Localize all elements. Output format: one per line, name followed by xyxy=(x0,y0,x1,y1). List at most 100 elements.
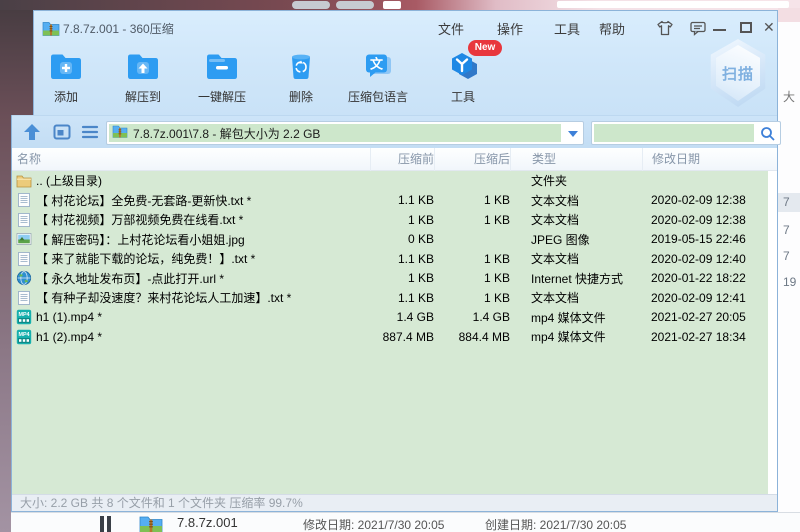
packed-size-cell: 1.1 KB xyxy=(370,193,434,207)
background-file-created: 创建日期: 2021/7/30 20:05 xyxy=(485,516,626,532)
table-row[interactable]: 【 永久地址发布页】-点此打开.url *1 KB1 KBInternet 快捷… xyxy=(12,269,768,289)
column-header-packed[interactable]: 压缩前 xyxy=(370,148,434,171)
modified-date-cell: 2020-01-22 18:22 xyxy=(642,271,768,285)
jpg-file-icon xyxy=(16,231,32,247)
file-name-cell: .. (上级目录) xyxy=(12,172,370,189)
table-row[interactable]: 【 有种子却没速度？来村花论坛人工加速】.txt *1.1 KB1 KB文本文档… xyxy=(12,288,768,308)
column-header-name[interactable]: 名称 xyxy=(12,148,370,171)
maximize-button[interactable] xyxy=(740,22,752,33)
extract-to-button-label: 解压到 xyxy=(111,88,175,105)
packed-size-cell: 1.1 KB xyxy=(370,291,434,305)
file-type-cell: 文本文档 xyxy=(510,289,642,306)
delete-button-label: 删除 xyxy=(269,88,333,105)
file-type-cell: Internet 快捷方式 xyxy=(510,270,642,287)
modified-date-cell: 2019-05-15 22:46 xyxy=(642,232,768,246)
table-row[interactable]: .. (上级目录)文件夹 xyxy=(12,171,768,191)
table-row[interactable]: MP4h1 (1).mp4 *1.4 GB1.4 GBmp4 媒体文件2021-… xyxy=(12,308,768,328)
scan-button[interactable]: 扫描 xyxy=(707,39,769,107)
background-text-fragment: 19 xyxy=(783,275,796,289)
column-header-type[interactable]: 类型 xyxy=(510,148,642,171)
tools-button[interactable]: 工具 xyxy=(431,51,495,105)
column-header-unpacked[interactable]: 压缩后 xyxy=(434,148,510,171)
table-row[interactable]: 【 村花视频】万部视频免费在线看.txt *1 KB1 KB文本文档2020-0… xyxy=(12,210,768,230)
close-button[interactable]: ✕ xyxy=(763,18,775,36)
list-view-icon[interactable] xyxy=(80,122,100,142)
background-tab xyxy=(292,1,330,9)
background-tab xyxy=(336,1,374,9)
svg-text:MP4: MP4 xyxy=(18,312,29,318)
feedback-icon[interactable] xyxy=(689,19,707,37)
file-name-cell: 【 来了就能下载的论坛，纯免费！】.txt * xyxy=(12,250,370,267)
add-button-label: 添加 xyxy=(34,88,98,105)
mp4-file-icon: MP4 xyxy=(16,329,32,345)
address-row: 7.8.7z.001\7.8 - 解包大小为 2.2 GB xyxy=(12,115,777,148)
archive-language-button[interactable]: 文 压缩包语言 xyxy=(339,51,417,105)
up-level-icon[interactable] xyxy=(22,122,42,142)
one-key-extract-button-label: 一键解压 xyxy=(190,88,254,105)
add-button[interactable]: 添加 xyxy=(34,51,98,105)
txt-file-icon xyxy=(16,212,32,228)
file-type-cell: mp4 媒体文件 xyxy=(510,328,642,345)
svg-text:MP4: MP4 xyxy=(18,332,29,338)
background-text-fragment: 7 xyxy=(783,223,790,237)
menu-file[interactable]: 文件 xyxy=(438,19,464,38)
column-header-row: 名称 压缩前 压缩后 类型 修改日期 xyxy=(12,148,777,171)
background-text-fragment: 7 xyxy=(783,249,790,263)
extract-to-button[interactable]: 解压到 xyxy=(111,51,175,105)
table-row[interactable]: MP4h1 (2).mp4 *887.4 MB884.4 MBmp4 媒体文件2… xyxy=(12,327,768,347)
unpacked-size-cell: 1 KB xyxy=(434,213,510,227)
view-mode-icon[interactable] xyxy=(52,122,72,142)
packed-size-cell: 1.1 KB xyxy=(370,252,434,266)
address-path: 7.8.7z.001\7.8 - 解包大小为 2.2 GB xyxy=(133,125,320,142)
unpacked-size-cell: 1 KB xyxy=(434,271,510,285)
file-type-cell: 文本文档 xyxy=(510,211,642,228)
status-text: 大小: 2.2 GB 共 8 个文件和 1 个文件夹 压缩率 99.7% xyxy=(20,496,303,510)
url-file-icon xyxy=(16,270,32,286)
one-key-extract-button[interactable]: 一键解压 xyxy=(190,51,254,105)
table-row[interactable]: 【 解压密码】：上村花论坛看小姐姐.jpg0 KBJPEG 图像2019-05-… xyxy=(12,230,768,250)
menu-help[interactable]: 帮助 xyxy=(599,19,625,38)
extract-to-folder-icon xyxy=(126,51,160,81)
file-name-cell: 【 村花视频】万部视频免费在线看.txt * xyxy=(12,211,370,228)
background-file-name: 7.8.7z.001 xyxy=(177,515,238,530)
file-name-cell: 【 村花论坛】全免费-无套路-更新快.txt * xyxy=(12,192,370,209)
modified-date-cell: 2021-02-27 20:05 xyxy=(642,310,768,324)
folder-file-icon xyxy=(16,173,32,189)
file-type-cell: mp4 媒体文件 xyxy=(510,309,642,326)
search-icon[interactable] xyxy=(760,126,776,147)
tools-button-label: 工具 xyxy=(431,88,495,105)
column-header-modified[interactable]: 修改日期 xyxy=(642,148,777,171)
svg-text:文: 文 xyxy=(370,57,384,72)
app-zip-folder-icon xyxy=(42,20,60,41)
background-text-fragment: 7 xyxy=(783,195,790,209)
table-row[interactable]: 【 村花论坛】全免费-无套路-更新快.txt *1.1 KB1 KB文本文档20… xyxy=(12,191,768,211)
minimize-button[interactable] xyxy=(713,29,726,31)
search-input[interactable] xyxy=(594,124,754,142)
archive-language-button-label: 压缩包语言 xyxy=(339,88,417,105)
background-chip xyxy=(383,1,401,9)
file-type-cell: 文本文档 xyxy=(510,250,642,267)
background-window-top-edge xyxy=(0,0,800,10)
skin-shirt-icon[interactable] xyxy=(656,19,674,37)
address-dropdown-icon[interactable] xyxy=(568,131,578,137)
search-box[interactable] xyxy=(591,121,781,145)
unpacked-size-cell: 884.4 MB xyxy=(434,330,510,344)
txt-file-icon xyxy=(16,192,32,208)
address-combobox[interactable]: 7.8.7z.001\7.8 - 解包大小为 2.2 GB xyxy=(106,121,584,145)
table-row[interactable]: 【 来了就能下载的论坛，纯免费！】.txt *1.1 KB1 KB文本文档202… xyxy=(12,249,768,269)
titlebar[interactable]: 7.8.7z.001 - 360压缩 文件 操作 工具 帮助 ✕ xyxy=(34,11,777,45)
background-text-fragment: 大 xyxy=(783,88,795,105)
menu-tools[interactable]: 工具 xyxy=(554,19,580,38)
menu-operation[interactable]: 操作 xyxy=(497,19,523,38)
file-name-cell: 【 永久地址发布页】-点此打开.url * xyxy=(12,270,370,287)
archive-window-main: 7.8.7z.001\7.8 - 解包大小为 2.2 GB 名称 压缩前 压缩后… xyxy=(11,115,778,512)
packed-size-cell: 1 KB xyxy=(370,213,434,227)
background-file-modified: 修改日期: 2021/7/30 20:05 xyxy=(303,516,444,532)
delete-button[interactable]: 删除 xyxy=(269,51,333,105)
background-window-right-edge: 大 7 7 7 19 xyxy=(778,8,800,532)
unpacked-size-cell: 1 KB xyxy=(434,252,510,266)
file-type-cell: 文本文档 xyxy=(510,192,642,209)
toolbar: 添加 解压到 xyxy=(34,45,777,115)
screen: 大 7 7 7 19 7.8.7z.001 修改日期: 2021/7/30 20… xyxy=(0,0,800,532)
packed-size-cell: 1 KB xyxy=(370,271,434,285)
